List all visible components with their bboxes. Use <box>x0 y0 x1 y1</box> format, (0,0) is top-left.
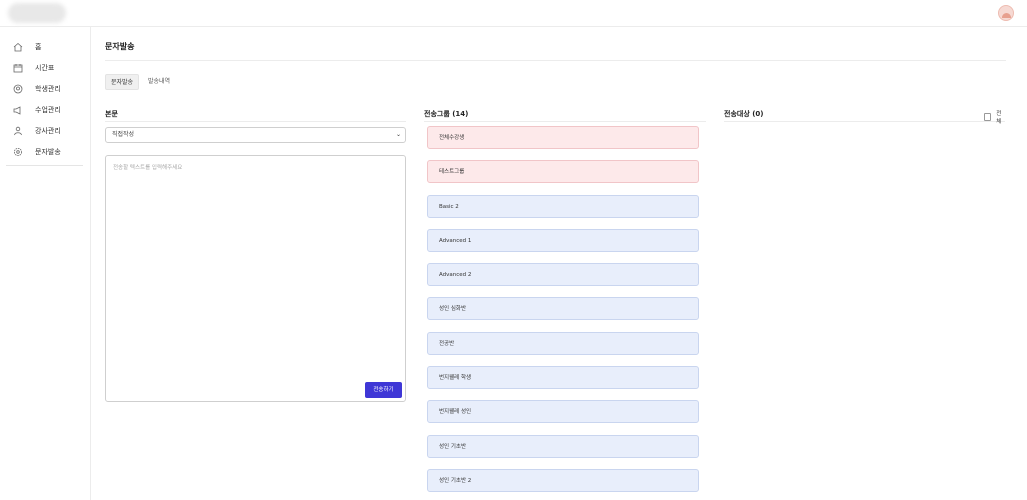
sidebar-item-sms[interactable]: 문자발송 <box>6 141 83 162</box>
main-content: 문자발송 문자발송 발송내역 본문 직접작성 ⌄ 전송할 텍스트를 입력해주세요… <box>105 27 1006 500</box>
student-icon <box>12 83 23 94</box>
message-textarea[interactable]: 전송할 텍스트를 입력해주세요 <box>105 155 406 402</box>
target-section-divider <box>724 121 1005 122</box>
group-item-adult-basic-2[interactable]: 성인 기초반 2 <box>427 468 699 492</box>
title-divider <box>105 60 1006 61</box>
template-select-value: 직접작성 <box>112 131 135 138</box>
tab-send-sms[interactable]: 문자발송 <box>105 74 140 90</box>
body-section-divider <box>105 121 406 122</box>
group-section-title: 전송그룹 (14) <box>424 110 469 118</box>
group-item-advanced-2[interactable]: Advanced 2 <box>427 263 699 287</box>
sidebar-nav: 홈 시간표 학생관리 수업관리 강사관리 문자발송 <box>0 27 90 166</box>
group-item-all-students[interactable]: 전체수강생 <box>427 126 699 149</box>
body-section-title: 본문 <box>105 110 118 118</box>
group-item-student-class[interactable]: 번지웰레 학생 <box>427 366 699 390</box>
sidebar-item-label: 시간표 <box>35 63 55 72</box>
sidebar-divider <box>6 165 83 166</box>
group-item-test-group[interactable]: 테스트그룹 <box>427 160 699 184</box>
group-section-divider <box>424 121 706 122</box>
avatar-figure <box>1001 13 1011 18</box>
group-item-major[interactable]: 전공반 <box>427 331 699 355</box>
top-bar <box>0 0 1027 27</box>
group-item-basic-2[interactable]: Basic 2 <box>427 194 699 218</box>
user-avatar-icon[interactable] <box>998 5 1014 21</box>
group-item-adult-advanced[interactable]: 성인 심화반 <box>427 297 699 321</box>
sidebar-item-schedule[interactable]: 시간표 <box>6 57 83 78</box>
page-title: 문자발송 <box>105 42 135 51</box>
home-icon <box>12 41 23 52</box>
sidebar-item-home[interactable]: 홈 <box>6 36 83 57</box>
sidebar-item-classes[interactable]: 수업관리 <box>6 99 83 120</box>
sidebar-item-students[interactable]: 학생관리 <box>6 78 83 99</box>
group-item-advanced-1[interactable]: Advanced 1 <box>427 228 699 252</box>
group-item-adult-class[interactable]: 번지웰레 성인 <box>427 400 699 424</box>
target-section-title: 전송대상 (0) <box>724 110 764 118</box>
sidebar-item-label: 홈 <box>35 42 42 51</box>
calendar-icon <box>12 62 23 73</box>
message-placeholder: 전송할 텍스트를 입력해주세요 <box>113 165 183 171</box>
settings-icon <box>12 146 23 157</box>
template-select[interactable]: 직접작성 ⌄ <box>105 127 406 143</box>
logo[interactable] <box>8 3 66 23</box>
class-icon <box>12 104 23 115</box>
group-list: 전체수강생 테스트그룹 Basic 2 Advanced 1 Advanced … <box>427 126 700 500</box>
sidebar-item-label: 학생관리 <box>35 84 61 93</box>
group-item-adult-basic[interactable]: 성인 기초반 <box>427 434 699 458</box>
select-all-toggle[interactable]: 전체 <box>984 109 1005 125</box>
teacher-icon <box>12 125 23 136</box>
sidebar-item-label: 문자발송 <box>35 147 61 156</box>
sidebar-item-label: 수업관리 <box>35 105 61 114</box>
chevron-down-icon: ⌄ <box>395 131 401 138</box>
tab-send-history[interactable]: 발송내역 <box>143 74 175 90</box>
select-all-checkbox[interactable] <box>984 113 992 121</box>
sidebar: 홈 시간표 학생관리 수업관리 강사관리 문자발송 <box>0 27 91 500</box>
sidebar-item-label: 강사관리 <box>35 126 61 135</box>
send-button[interactable]: 전송하기 <box>365 382 402 398</box>
select-all-label: 전체 <box>996 111 1002 125</box>
sidebar-item-teachers[interactable]: 강사관리 <box>6 120 83 141</box>
